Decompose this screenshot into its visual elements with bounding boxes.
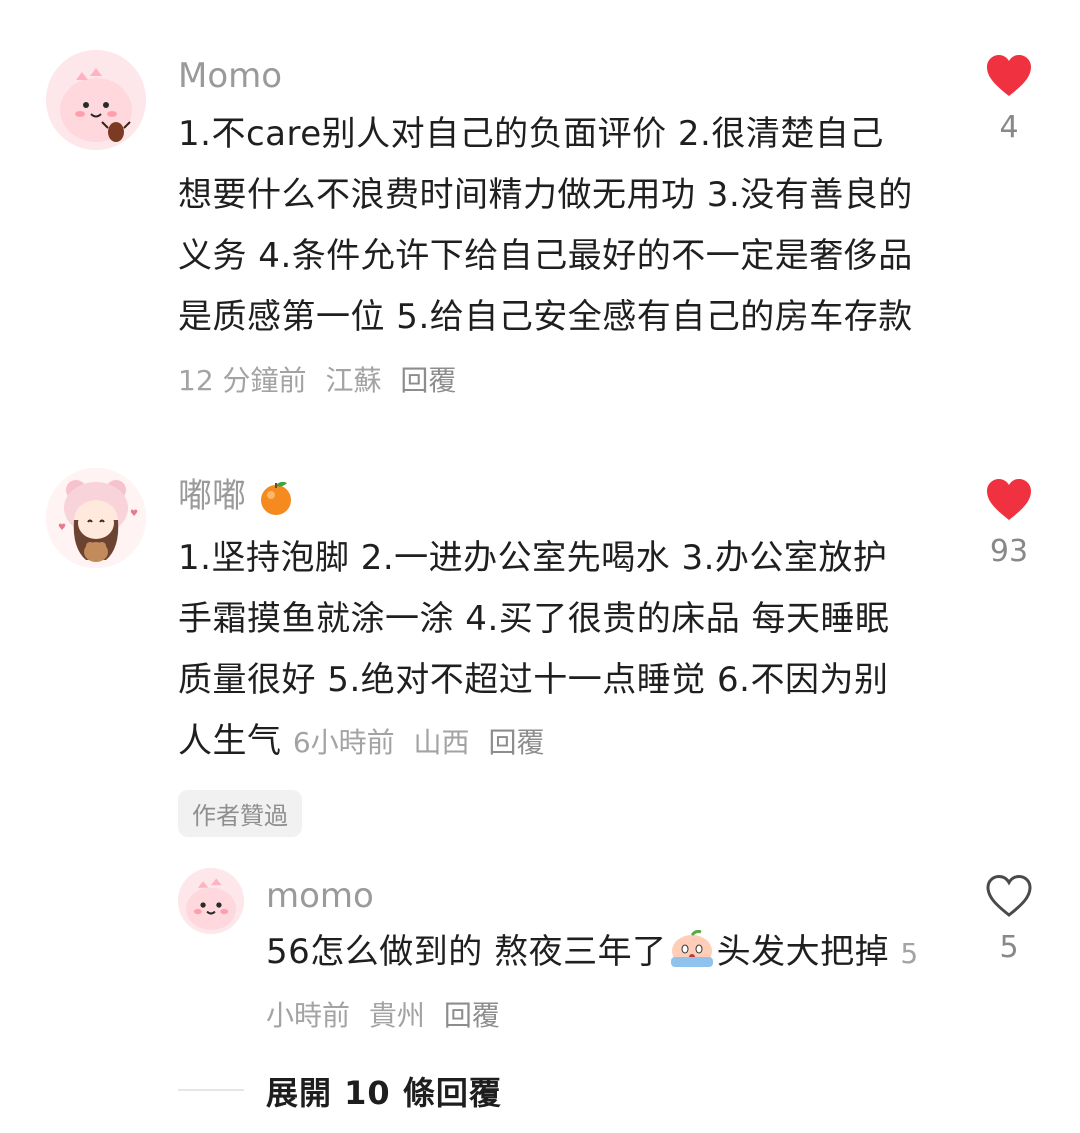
- heart-outline-icon: [986, 874, 1032, 917]
- divider: [178, 1089, 244, 1091]
- reply-text-part-2: 头发大把掉: [716, 932, 890, 972]
- expand-replies-button[interactable]: 展開 10 條回覆: [266, 1068, 502, 1114]
- reply-text-block: 56怎么做到的 熬夜三年了 头发大把掉 5小時前 貴州 回覆: [266, 922, 926, 1046]
- pink-dino-avatar-icon: [178, 868, 244, 934]
- reply-button[interactable]: 回覆: [444, 999, 500, 1032]
- reply-text-part-1: 56怎么做到的 熬夜三年了: [266, 932, 667, 972]
- avatar[interactable]: [178, 868, 244, 934]
- like-count: 5: [999, 930, 1019, 965]
- reply-location: 貴州: [368, 999, 425, 1032]
- crying-peach-emoji-icon: [670, 929, 713, 967]
- reply-comment: momo 56怎么做到的 熬夜三年了 头发大把掉 5小時前 貴州 回覆 5 展開…: [0, 0, 1080, 1133]
- like-button[interactable]: 5: [974, 874, 1044, 965]
- reply-username[interactable]: momo: [266, 876, 374, 916]
